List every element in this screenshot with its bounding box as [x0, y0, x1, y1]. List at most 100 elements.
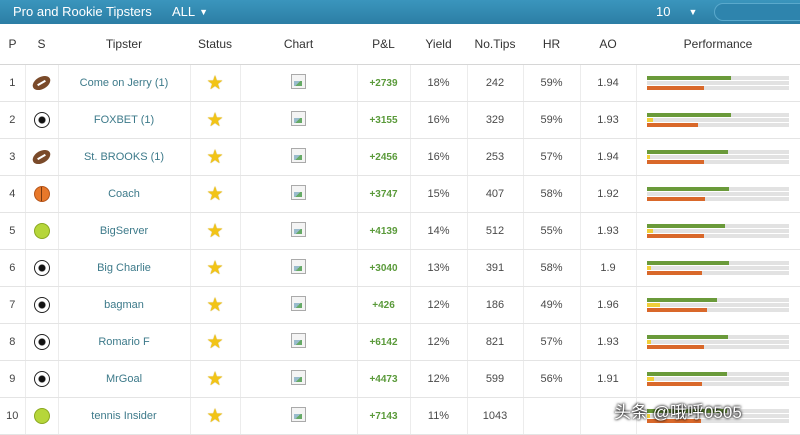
- pl-value: +7143: [357, 397, 411, 435]
- win-rate-bar-track: [647, 76, 790, 80]
- per-page-value: 10: [656, 4, 671, 19]
- tipster-name[interactable]: bagman: [58, 286, 191, 324]
- void-rate-bar-track: [647, 377, 790, 381]
- sport-cell: [25, 101, 59, 139]
- col-header-sport[interactable]: S: [25, 24, 58, 65]
- yield-value: 16%: [410, 138, 468, 176]
- pl-value: +2456: [357, 138, 411, 176]
- search-input[interactable]: [714, 3, 800, 21]
- tipster-name[interactable]: FOXBET (1): [58, 101, 191, 139]
- chart-cell[interactable]: [240, 323, 358, 361]
- chart-thumbnail-icon[interactable]: [291, 259, 306, 274]
- tips-count: 1043: [467, 397, 524, 435]
- sport-filter-dropdown[interactable]: ALL ▼: [172, 4, 208, 19]
- top-bar: Pro and Rookie Tipsters ALL ▼ 10 ▼: [0, 0, 800, 24]
- chart-thumbnail-icon[interactable]: [291, 185, 306, 200]
- tipster-name[interactable]: BigServer: [58, 212, 191, 250]
- col-header-rank[interactable]: P: [0, 24, 25, 65]
- win-rate-bar-track: [647, 298, 790, 302]
- table-row[interactable]: 6 Big Charlie ★ +3040 13% 391 58% 1.9: [0, 249, 800, 287]
- star-icon: ★: [206, 220, 224, 242]
- chart-thumbnail-icon[interactable]: [291, 148, 306, 163]
- performance-bars: [647, 329, 790, 355]
- table-row[interactable]: 4 Coach ★ +3747 15% 407 58% 1.92: [0, 175, 800, 213]
- col-header-hr[interactable]: HR: [523, 24, 580, 65]
- loss-rate-bar-track: [647, 123, 790, 127]
- chart-thumbnail-icon[interactable]: [291, 333, 306, 348]
- performance-cell: [636, 286, 800, 324]
- chart-cell[interactable]: [240, 286, 358, 324]
- chart-thumbnail-icon[interactable]: [291, 370, 306, 385]
- chart-thumbnail-icon[interactable]: [291, 222, 306, 237]
- col-header-tips[interactable]: No.Tips: [467, 24, 523, 65]
- chart-cell[interactable]: [240, 101, 358, 139]
- loss-rate-bar: [647, 345, 705, 349]
- rank-cell: 9: [0, 360, 26, 398]
- loss-rate-bar-track: [647, 197, 790, 201]
- tipster-name[interactable]: tennis Insider: [58, 397, 191, 435]
- hit-rate: 49%: [523, 286, 581, 324]
- pl-value: +4139: [357, 212, 411, 250]
- status-cell: ★: [190, 360, 241, 398]
- soccer-ball-icon: [33, 297, 50, 313]
- chart-cell[interactable]: [240, 360, 358, 398]
- tipster-name[interactable]: Romario F: [58, 323, 191, 361]
- chart-cell[interactable]: [240, 138, 358, 176]
- chart-cell[interactable]: [240, 397, 358, 435]
- performance-cell: [636, 212, 800, 250]
- void-rate-bar: [647, 340, 652, 344]
- void-rate-bar: [647, 303, 661, 307]
- win-rate-bar: [647, 76, 732, 80]
- sport-cell: [25, 212, 59, 250]
- tipster-name[interactable]: Big Charlie: [58, 249, 191, 287]
- soccer-ball-icon: [33, 371, 50, 387]
- table-row[interactable]: 2 FOXBET (1) ★ +3155 16% 329 59% 1.93: [0, 101, 800, 139]
- soccer-ball-icon: [33, 260, 50, 276]
- win-rate-bar: [647, 113, 732, 117]
- tips-count: 512: [467, 212, 524, 250]
- status-cell: ★: [190, 101, 241, 139]
- table-row[interactable]: 8 Romario F ★ +6142 12% 821 57% 1.93: [0, 323, 800, 361]
- star-icon: ★: [206, 72, 224, 94]
- table-row[interactable]: 7 bagman ★ +426 12% 186 49% 1.96: [0, 286, 800, 324]
- chart-thumbnail-icon[interactable]: [291, 296, 306, 311]
- chart-cell[interactable]: [240, 249, 358, 287]
- chart-cell[interactable]: [240, 212, 358, 250]
- void-rate-bar-track: [647, 155, 790, 159]
- chart-cell[interactable]: [240, 175, 358, 213]
- void-rate-bar-track: [647, 266, 790, 270]
- tipster-name[interactable]: Coach: [58, 175, 191, 213]
- tipster-name[interactable]: MrGoal: [58, 360, 191, 398]
- tips-count: 329: [467, 101, 524, 139]
- average-odds: 1.94: [580, 138, 637, 176]
- pl-value: +3747: [357, 175, 411, 213]
- tennis-ball-icon: [33, 408, 50, 424]
- col-header-yield[interactable]: Yield: [410, 24, 467, 65]
- hit-rate: 55%: [523, 212, 581, 250]
- col-header-ao[interactable]: AO: [580, 24, 636, 65]
- chart-thumbnail-icon[interactable]: [291, 111, 306, 126]
- chart-cell[interactable]: [240, 64, 358, 102]
- tipster-name[interactable]: Come on Jerry (1): [58, 64, 191, 102]
- void-rate-bar-track: [647, 340, 790, 344]
- loss-rate-bar: [647, 234, 705, 238]
- hit-rate: 57%: [523, 138, 581, 176]
- chart-thumbnail-icon[interactable]: [291, 74, 306, 89]
- per-page-dropdown[interactable]: 10 ▼: [656, 4, 697, 19]
- tipster-name[interactable]: St. BROOKS (1): [58, 138, 191, 176]
- chevron-down-icon: ▼: [199, 7, 209, 17]
- table-row[interactable]: 5 BigServer ★ +4139 14% 512 55% 1.93: [0, 212, 800, 250]
- win-rate-bar: [647, 372, 728, 376]
- col-header-pl[interactable]: P&L: [357, 24, 410, 65]
- sport-cell: [25, 175, 59, 213]
- performance-bars: [647, 181, 790, 207]
- chart-thumbnail-icon[interactable]: [291, 407, 306, 422]
- table-row[interactable]: 1 Come on Jerry (1) ★ +2739 18% 242 59% 1.94: [0, 64, 800, 102]
- col-header-tipster[interactable]: Tipster: [58, 24, 190, 65]
- table-row[interactable]: 3 St. BROOKS (1) ★ +2456 16% 253 57% 1.94: [0, 138, 800, 176]
- col-header-status[interactable]: Status: [190, 24, 240, 65]
- table-row[interactable]: 9 MrGoal ★ +4473 12% 599 56% 1.91: [0, 360, 800, 398]
- yield-value: 15%: [410, 175, 468, 213]
- yield-value: 12%: [410, 360, 468, 398]
- win-rate-bar-track: [647, 372, 790, 376]
